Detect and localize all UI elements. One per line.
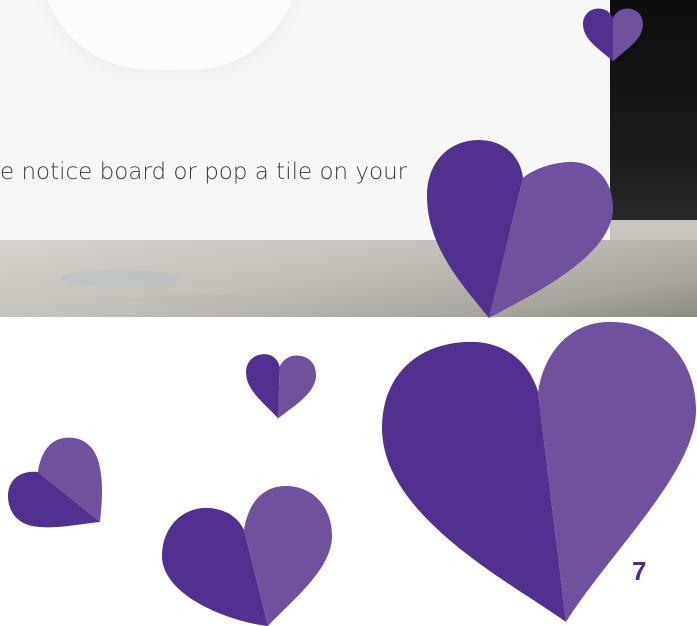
photo-texture	[130, 295, 290, 305]
heart-icon	[246, 354, 316, 419]
card-decoration	[40, 0, 300, 70]
heart-icon	[382, 321, 697, 622]
page-number: 7	[632, 556, 647, 586]
photo-texture	[60, 270, 180, 286]
heart-icon	[162, 486, 332, 626]
heart-icon	[427, 140, 613, 318]
heart-icon	[583, 8, 643, 62]
heart-icon	[8, 437, 102, 528]
